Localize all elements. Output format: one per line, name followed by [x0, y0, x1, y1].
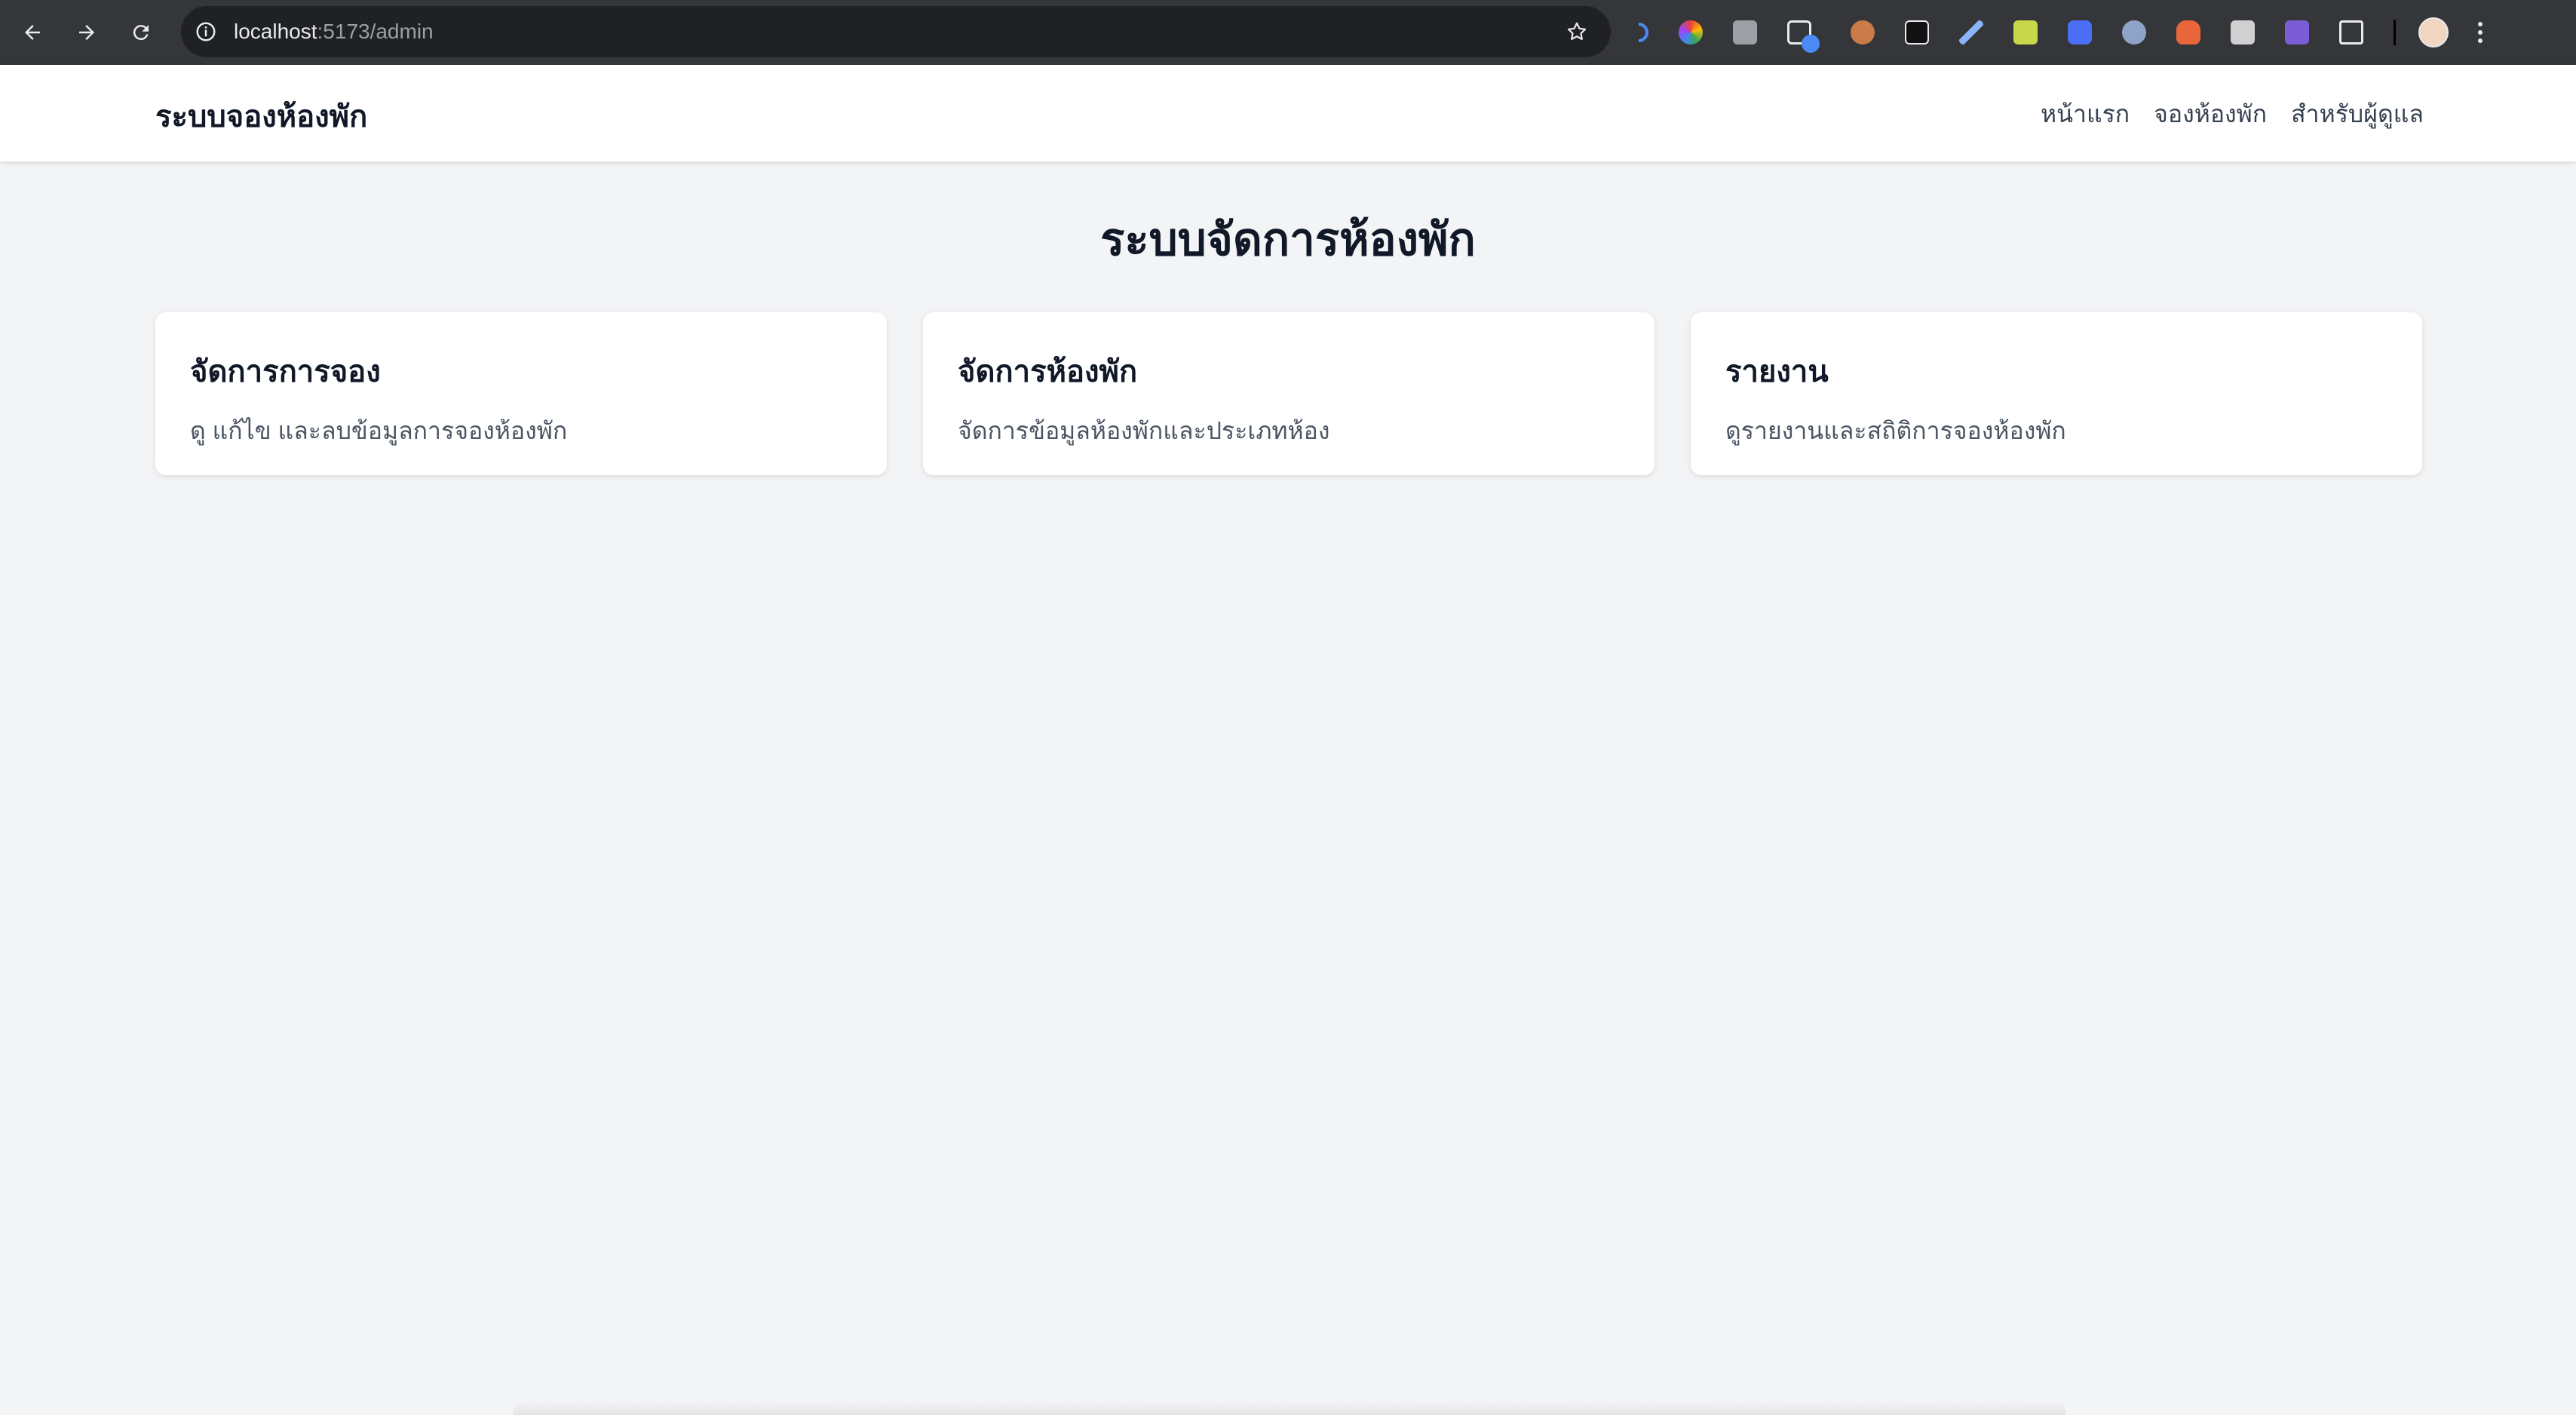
puzzle-icon[interactable] — [2339, 20, 2363, 45]
doc-icon[interactable] — [2068, 20, 2092, 45]
card-description: จัดการข้อมูลห้องพักและประเภทห้อง — [958, 417, 1330, 444]
card-manage-rooms[interactable]: จัดการห้องพัก จัดการข้อมูลห้องพักและประเ… — [923, 312, 1654, 475]
reload-button[interactable] — [119, 11, 163, 54]
gear-ext-icon[interactable] — [2122, 20, 2146, 45]
back-button[interactable] — [11, 11, 54, 54]
arrow-left-icon — [25, 25, 40, 40]
card-title: จัดการการจอง — [190, 355, 381, 388]
forward-button[interactable] — [65, 11, 109, 54]
camera-icon[interactable] — [1733, 20, 1757, 45]
bookmark-star-icon[interactable] — [1566, 20, 1588, 43]
top-nav: หน้าแรก จองห้องพัก สำหรับผู้ดูแล — [2041, 95, 2424, 134]
reload-icon — [133, 25, 149, 41]
browser-menu-icon[interactable] — [2476, 22, 2485, 43]
card-description: ดู แก้ไข และลบข้อมูลการจองห้องพัก — [190, 417, 568, 444]
card-description: ดูรายงานและสถิติการจองห้องพัก — [1725, 417, 2066, 444]
nav-home-link[interactable]: หน้าแรก — [2041, 95, 2130, 134]
v-icon[interactable] — [2285, 20, 2309, 45]
info-icon[interactable] — [195, 20, 217, 43]
nav-admin-link[interactable]: สำหรับผู้ดูแล — [2291, 95, 2424, 134]
pen-icon[interactable] — [1959, 20, 1983, 45]
app-header: ระบบจองห้องพัก หน้าแรก จองห้องพัก สำหรับ… — [0, 65, 2576, 161]
notes-icon[interactable] — [2013, 20, 2038, 45]
page-title: ระบบจัดการห้องพัก — [1100, 214, 1476, 265]
glasses-icon[interactable] — [1905, 20, 1929, 45]
voice-icon[interactable] — [1624, 18, 1653, 47]
fox-icon[interactable] — [2176, 20, 2200, 45]
card-title: รายงาน — [1725, 355, 1829, 388]
badge-star-icon — [1802, 35, 1820, 53]
url-host: localhost — [234, 20, 317, 43]
extensions-area — [1624, 0, 2485, 65]
color-wheel-icon[interactable] — [1679, 20, 1703, 45]
card-reports[interactable]: รายงาน ดูรายงานและสถิติการจองห้องพัก — [1691, 312, 2422, 475]
browser-toolbar: localhost:5173/admin — [0, 0, 2576, 65]
admin-cards: จัดการการจอง ดู แก้ไข และลบข้อมูลการจองห… — [155, 312, 2422, 475]
card-manage-bookings[interactable]: จัดการการจอง ดู แก้ไข และลบข้อมูลการจองห… — [155, 312, 887, 475]
screen-share-icon[interactable] — [1787, 20, 1820, 53]
nav-booking-link[interactable]: จองห้องพัก — [2154, 95, 2267, 134]
address-bar[interactable]: localhost:5173/admin — [181, 6, 1611, 57]
url-path: :5173/admin — [317, 20, 434, 43]
profile-avatar[interactable] — [2418, 17, 2449, 48]
toolbar-divider — [2394, 20, 2396, 45]
brand-title[interactable]: ระบบจองห้องพัก — [155, 92, 367, 140]
url-text[interactable]: localhost:5173/admin — [234, 20, 434, 44]
arrow-right-icon — [79, 25, 94, 40]
card-title: จัดการห้องพัก — [958, 355, 1138, 388]
swift-icon[interactable] — [2231, 20, 2255, 45]
bottom-shadow — [513, 1400, 2066, 1415]
cookie-icon[interactable] — [1851, 20, 1875, 45]
